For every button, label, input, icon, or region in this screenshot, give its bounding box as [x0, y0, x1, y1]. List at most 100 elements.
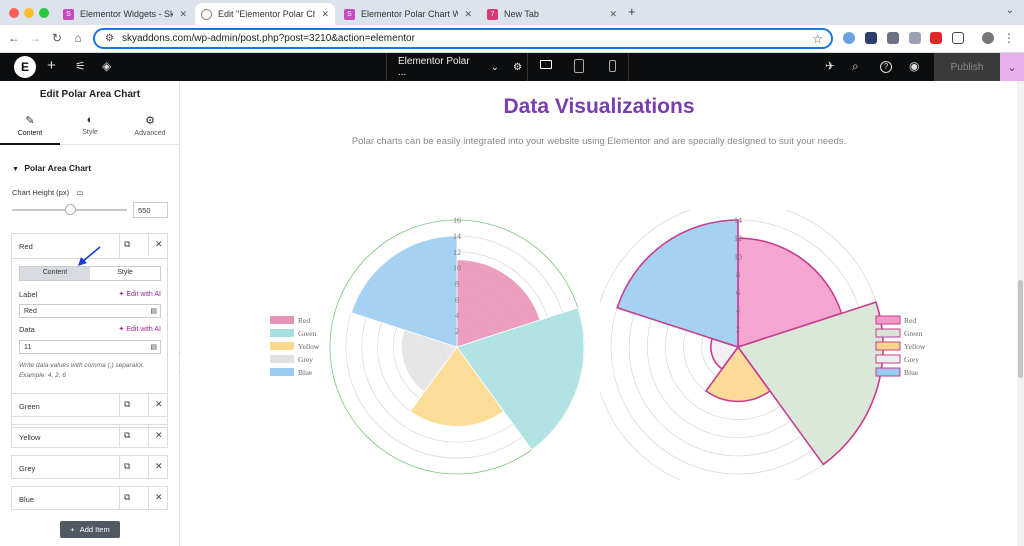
tablet-icon[interactable] [574, 59, 584, 73]
desktop-icon[interactable] [540, 60, 552, 69]
edit-with-ai-link[interactable]: ✦ Edit with AI [119, 290, 161, 298]
legend-swatch-green[interactable] [875, 328, 901, 338]
legend-swatch-green[interactable] [270, 329, 294, 337]
site-settings-sliders-icon[interactable]: ⚟ [75, 59, 86, 73]
close-icon[interactable]: ✕ [148, 394, 163, 416]
page-title-dropdown[interactable]: Elementor Polar ... ⌄ ⚙ [386, 53, 522, 81]
duplicate-icon[interactable]: ⧉ [124, 461, 130, 472]
legend-swatch-yellow[interactable] [270, 342, 294, 350]
add-item-button[interactable]: + Add Item [60, 521, 120, 538]
label-input[interactable]: Red ▤ [19, 304, 161, 318]
extension-icon[interactable] [909, 32, 921, 44]
polar-tick-label: 4 [736, 307, 740, 316]
reload-icon[interactable]: ↻ [49, 30, 65, 46]
section-header[interactable]: ▼ Polar Area Chart [12, 163, 91, 173]
extension-icon[interactable] [843, 32, 855, 44]
site-settings-icon[interactable]: ⚙ [105, 33, 114, 44]
notifications-megaphone-icon[interactable]: ✈ [825, 59, 835, 73]
legend-swatch-blue[interactable] [875, 367, 901, 377]
canvas-scrollbar-thumb[interactable] [1018, 280, 1023, 378]
desktop-icon[interactable]: ▭ [76, 188, 83, 197]
legend-label-yellow[interactable]: Yellow [904, 342, 926, 351]
browser-tab-active[interactable]: Edit "Elementor Polar Chart W ✕ [195, 3, 335, 25]
close-tab-icon[interactable]: ✕ [321, 9, 329, 20]
legend-label-green[interactable]: Green [904, 329, 923, 338]
legend-label-red[interactable]: Red [904, 316, 916, 325]
extension-icon[interactable] [887, 32, 899, 44]
close-window-button[interactable] [9, 8, 19, 18]
subtab-style[interactable]: Style [90, 267, 160, 280]
add-element-icon[interactable]: + [47, 57, 56, 74]
more-menu-icon[interactable]: ⋮ [1001, 30, 1017, 46]
preview-eye-icon[interactable]: ◉ [909, 59, 919, 73]
chart-height-slider-handle[interactable] [64, 204, 76, 215]
repeater-item-grey[interactable]: Grey ⧉ ✕ [11, 455, 168, 479]
data-input[interactable]: 11 ▤ [19, 340, 161, 354]
duplicate-icon[interactable]: ⧉ [124, 430, 130, 441]
page-heading: Data Visualizations [503, 95, 695, 118]
legend-swatch-yellow[interactable] [875, 341, 901, 351]
browser-tab[interactable]: S Elementor Polar Chart Widget ✕ [338, 3, 478, 25]
profile-avatar[interactable] [982, 32, 994, 44]
tab-advanced[interactable]: ⚙ Advanced [120, 109, 180, 145]
help-icon[interactable]: ? [880, 61, 892, 73]
minimize-window-button[interactable] [24, 8, 34, 18]
back-arrow-icon[interactable]: ← [6, 30, 22, 46]
duplicate-icon[interactable]: ⧉ [124, 492, 130, 503]
browser-tab[interactable]: S Elementor Widgets - Sky Addons ✕ [57, 3, 193, 25]
structure-layers-icon[interactable]: ◈ [102, 59, 111, 73]
elementor-logo-icon[interactable]: E [14, 56, 36, 78]
pointer-arrow-icon [78, 246, 101, 266]
edit-with-ai-link[interactable]: ✦ Edit with AI [119, 325, 161, 333]
tab-style[interactable]: ◐ Style [60, 109, 120, 145]
polar-tick-label: 2 [455, 327, 459, 336]
close-icon[interactable]: ✕ [148, 425, 163, 447]
legend-swatch-red[interactable] [270, 316, 294, 324]
subtab-content[interactable]: Content [20, 267, 90, 280]
sparkle-icon: ✦ [118, 326, 125, 333]
search-icon[interactable]: ⌕ [852, 59, 859, 74]
repeater-item-green[interactable]: Green ⧉ ✕ [11, 393, 168, 417]
polar-segment-blue[interactable] [616, 219, 739, 349]
browser-tab[interactable]: 7 New Tab ✕ [481, 3, 623, 25]
legend-label-red[interactable]: Red [298, 316, 310, 325]
legend-swatch-grey[interactable] [270, 355, 294, 363]
legend-label-grey[interactable]: Grey [904, 355, 919, 364]
duplicate-icon[interactable]: ⧉ [124, 399, 130, 410]
new-tab-button[interactable]: + [628, 4, 636, 19]
mobile-icon[interactable] [609, 60, 616, 72]
close-tab-icon[interactable]: ✕ [609, 9, 617, 20]
database-icon[interactable]: ▤ [150, 343, 157, 351]
database-icon[interactable]: ▤ [150, 307, 157, 315]
close-tab-icon[interactable]: ✕ [464, 9, 472, 20]
page-settings-gear-icon[interactable]: ⚙ [513, 62, 522, 73]
legend-swatch-grey[interactable] [875, 354, 901, 364]
tab-search-chevron-icon[interactable]: ⌄ [1006, 5, 1014, 16]
tab-content[interactable]: ✎ Content [0, 109, 60, 145]
forward-arrow-icon[interactable]: → [27, 30, 43, 46]
legend-label-blue[interactable]: Blue [298, 368, 313, 377]
publish-button[interactable]: Publish [934, 53, 1000, 81]
close-icon[interactable]: ✕ [148, 487, 163, 509]
pencil-icon: ✎ [25, 115, 35, 127]
legend-label-yellow[interactable]: Yellow [298, 342, 320, 351]
extension-icon[interactable] [865, 32, 877, 44]
repeater-item-yellow[interactable]: Yellow ⧉ ✕ [11, 424, 168, 448]
maximize-window-button[interactable] [39, 8, 49, 18]
home-icon[interactable]: ⌂ [70, 30, 86, 46]
legend-label-grey[interactable]: Grey [298, 355, 313, 364]
repeater-item-blue[interactable]: Blue ⧉ ✕ [11, 486, 168, 510]
address-bar[interactable]: ⚙ skyaddons.com/wp-admin/post.php?post=3… [93, 28, 833, 49]
legend-swatch-blue[interactable] [270, 368, 294, 376]
close-icon[interactable]: ✕ [148, 456, 163, 478]
chart-height-input[interactable]: 550 [133, 202, 168, 218]
legend-label-blue[interactable]: Blue [904, 368, 919, 377]
sky-addons-favicon-icon: S [63, 8, 74, 20]
extension-icon[interactable] [930, 32, 942, 44]
close-tab-icon[interactable]: ✕ [179, 9, 187, 20]
legend-swatch-red[interactable] [875, 315, 901, 325]
legend-label-green[interactable]: Green [298, 329, 317, 338]
puzzle-extensions-icon[interactable] [952, 32, 964, 44]
publish-options-chevron-icon[interactable]: ⌄ [1000, 53, 1024, 81]
bookmark-star-icon[interactable]: ☆ [812, 32, 823, 46]
